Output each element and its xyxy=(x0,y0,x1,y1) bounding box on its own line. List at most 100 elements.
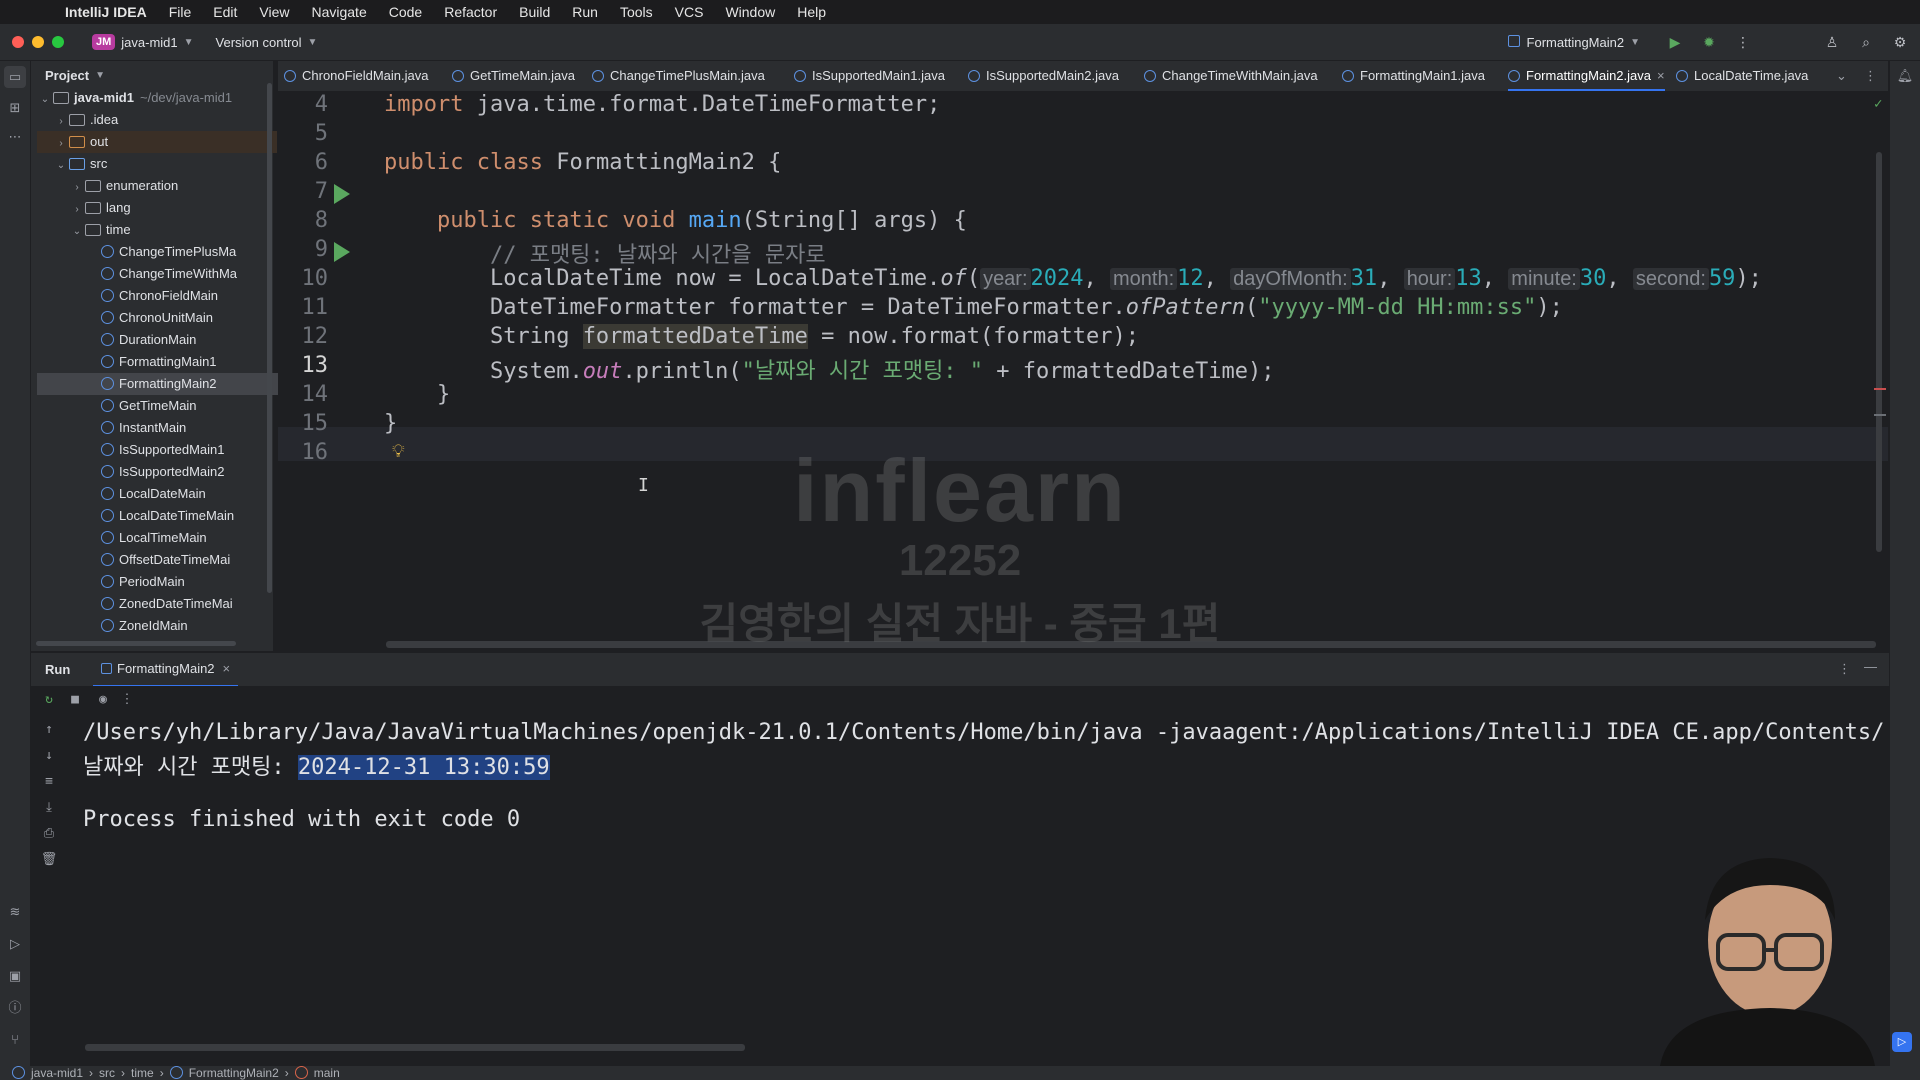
tree-item-folder[interactable]: ⌄ java-mid1 ~/dev/java-mid1 xyxy=(37,87,261,109)
settings-gear-icon[interactable]: ⚙ xyxy=(1888,30,1912,54)
notifications-icon[interactable]: 🔔︎ xyxy=(1894,65,1916,87)
tab-changetimeplusmain[interactable]: ChangeTimePlusMain.java xyxy=(592,61,765,91)
menu-edit[interactable]: Edit xyxy=(202,4,248,20)
layers-icon[interactable]: ≋ xyxy=(4,901,26,923)
run-panel-options-icon[interactable]: ⋮ xyxy=(1838,661,1851,677)
stop-icon[interactable]: ■ xyxy=(65,690,85,710)
error-stripe-marker[interactable] xyxy=(1874,388,1886,390)
tabs-more-icon[interactable]: ⋮ xyxy=(1864,61,1877,91)
close-run-tab-icon[interactable]: × xyxy=(223,661,231,676)
run-gutter-icon[interactable] xyxy=(334,242,350,262)
project-panel-header[interactable]: Project ▼ xyxy=(31,61,273,89)
breadcrumb-class[interactable]: FormattingMain2 xyxy=(189,1066,279,1080)
soft-wrap-icon[interactable]: ≡ xyxy=(39,772,59,792)
project-tool-icon[interactable]: ▭ xyxy=(4,66,26,88)
tree-expand-arrow-icon[interactable]: › xyxy=(69,177,85,199)
line-number: 10 xyxy=(301,266,329,291)
project-selector[interactable]: java-mid1 xyxy=(121,35,177,50)
account-icon[interactable]: ♙ xyxy=(1820,30,1844,54)
tree-item-folder[interactable]: › out xyxy=(37,131,277,153)
tree-item-class[interactable]: ZonedDateTimeMai xyxy=(37,593,309,615)
rerun-icon[interactable]: ↻ xyxy=(39,690,59,710)
tree-item-folder[interactable]: › enumeration xyxy=(37,175,293,197)
tree-item-folder[interactable]: ⌄ src xyxy=(37,153,277,175)
scroll-up-icon[interactable]: ↑ xyxy=(39,720,59,740)
menu-run[interactable]: Run xyxy=(561,4,609,20)
tree-expand-arrow-icon[interactable]: ⌄ xyxy=(53,155,69,177)
run-tool-icon[interactable]: ▷ xyxy=(4,933,26,955)
tree-item-folder[interactable]: › lang xyxy=(37,197,293,219)
tab-chronofieldmain[interactable]: ChronoFieldMain.java xyxy=(284,61,428,91)
tab-formattingmain1[interactable]: FormattingMain1.java xyxy=(1342,61,1485,91)
lightbulb-icon[interactable]: 💡︎ xyxy=(392,441,405,462)
camera-icon[interactable]: ◉ xyxy=(93,690,113,710)
structure-tool-icon[interactable]: ⊞ xyxy=(4,97,26,119)
debug-icon[interactable]: ✹ xyxy=(1697,30,1721,54)
run-config-selector[interactable]: FormattingMain2 xyxy=(1527,35,1625,50)
breadcrumb-time[interactable]: time xyxy=(131,1066,154,1080)
module-icon xyxy=(12,1065,25,1079)
menu-view[interactable]: View xyxy=(248,4,300,20)
print-icon[interactable]: ⎙ xyxy=(39,824,59,844)
menu-code[interactable]: Code xyxy=(378,4,433,20)
tab-label: IsSupportedMain1.java xyxy=(812,68,945,83)
tab-localdatetime[interactable]: LocalDateTime.java xyxy=(1676,61,1808,91)
breadcrumb-src[interactable]: src xyxy=(99,1066,115,1080)
git-icon[interactable]: ⑂ xyxy=(4,1029,26,1051)
window-zoom-button[interactable] xyxy=(52,36,64,48)
run-panel-title[interactable]: Run xyxy=(45,662,70,677)
breadcrumb-method[interactable]: main xyxy=(314,1066,340,1080)
run-more-icon[interactable]: ⋮ xyxy=(117,690,137,710)
version-control-menu[interactable]: Version control xyxy=(216,35,302,50)
window-close-button[interactable] xyxy=(12,36,24,48)
tree-horizontal-scrollbar[interactable] xyxy=(36,641,236,646)
clear-all-icon[interactable]: 🗑︎ xyxy=(39,850,59,870)
console-selected-text[interactable]: 2024-12-31 13:30:59 xyxy=(297,755,550,780)
tree-expand-arrow-icon[interactable]: › xyxy=(53,111,69,133)
tab-issupportedmain2[interactable]: IsSupportedMain2.java xyxy=(968,61,1119,91)
project-badge[interactable]: JM xyxy=(92,34,116,50)
menu-build[interactable]: Build xyxy=(508,4,561,20)
tab-formattingmain2[interactable]: FormattingMain2.java × xyxy=(1508,61,1665,91)
tab-changetimewithmain[interactable]: ChangeTimeWithMain.java xyxy=(1144,61,1318,91)
more-actions-icon[interactable]: ⋮ xyxy=(1731,30,1755,54)
tree-expand-arrow-icon[interactable]: ⌄ xyxy=(37,89,53,111)
inspection-ok-check-icon[interactable]: ✓ xyxy=(1874,96,1882,112)
tree-item-folder[interactable]: ⌄ time xyxy=(37,219,293,241)
menu-app-name[interactable]: IntelliJ IDEA xyxy=(54,4,158,20)
hide-panel-icon[interactable]: — xyxy=(1864,659,1877,674)
breadcrumb-project[interactable]: java-mid1 xyxy=(31,1066,83,1080)
editor-vertical-scrollbar[interactable] xyxy=(1876,152,1882,552)
tab-gettimemain[interactable]: GetTimeMain.java xyxy=(452,61,575,91)
tree-expand-arrow-icon[interactable]: › xyxy=(53,133,69,155)
menu-file[interactable]: File xyxy=(158,4,203,20)
run-gutter-icon[interactable] xyxy=(334,184,350,204)
tree-vertical-scrollbar[interactable] xyxy=(267,83,272,593)
menu-navigate[interactable]: Navigate xyxy=(300,4,377,20)
stripe-marker[interactable] xyxy=(1874,414,1886,416)
menu-window[interactable]: Window xyxy=(714,4,786,20)
close-tab-icon[interactable]: × xyxy=(1657,68,1665,83)
tree-expand-arrow-icon[interactable]: ⌄ xyxy=(69,221,85,243)
run-icon[interactable]: ▶ xyxy=(1663,30,1687,54)
tree-item-folder[interactable]: › .idea xyxy=(37,109,277,131)
search-icon[interactable]: ⌕ xyxy=(1854,30,1878,54)
tab-issupportedmain1[interactable]: IsSupportedMain1.java xyxy=(794,61,945,91)
menu-refactor[interactable]: Refactor xyxy=(433,4,508,20)
more-tools-icon[interactable]: ⋯ xyxy=(4,126,26,148)
menu-help[interactable]: Help xyxy=(786,4,837,20)
assistant-icon[interactable]: ▷ xyxy=(1892,1032,1912,1052)
menu-vcs[interactable]: VCS xyxy=(664,4,715,20)
terminal-icon[interactable]: ▣ xyxy=(4,965,26,987)
tabs-overflow-chevron-icon[interactable]: ⌄ xyxy=(1836,61,1847,91)
scroll-down-icon[interactable]: ↓ xyxy=(39,746,59,766)
problems-icon[interactable]: ⓘ xyxy=(4,997,26,1019)
run-tab-formattingmain2[interactable]: FormattingMain2 × xyxy=(93,653,239,687)
tree-item-class[interactable]: ZoneIdMain xyxy=(37,615,309,637)
run-console[interactable]: ↻ ■ ◉ ⋮ ↑ ↓ ≡ ⤓ ⎙ 🗑︎ /Users/yh/Library/J… xyxy=(31,686,1889,1066)
menu-tools[interactable]: Tools xyxy=(609,4,664,20)
tree-expand-arrow-icon[interactable]: › xyxy=(69,199,85,221)
scroll-to-end-icon[interactable]: ⤓ xyxy=(39,798,59,818)
window-minimize-button[interactable] xyxy=(32,36,44,48)
console-horizontal-scrollbar[interactable] xyxy=(85,1044,745,1051)
